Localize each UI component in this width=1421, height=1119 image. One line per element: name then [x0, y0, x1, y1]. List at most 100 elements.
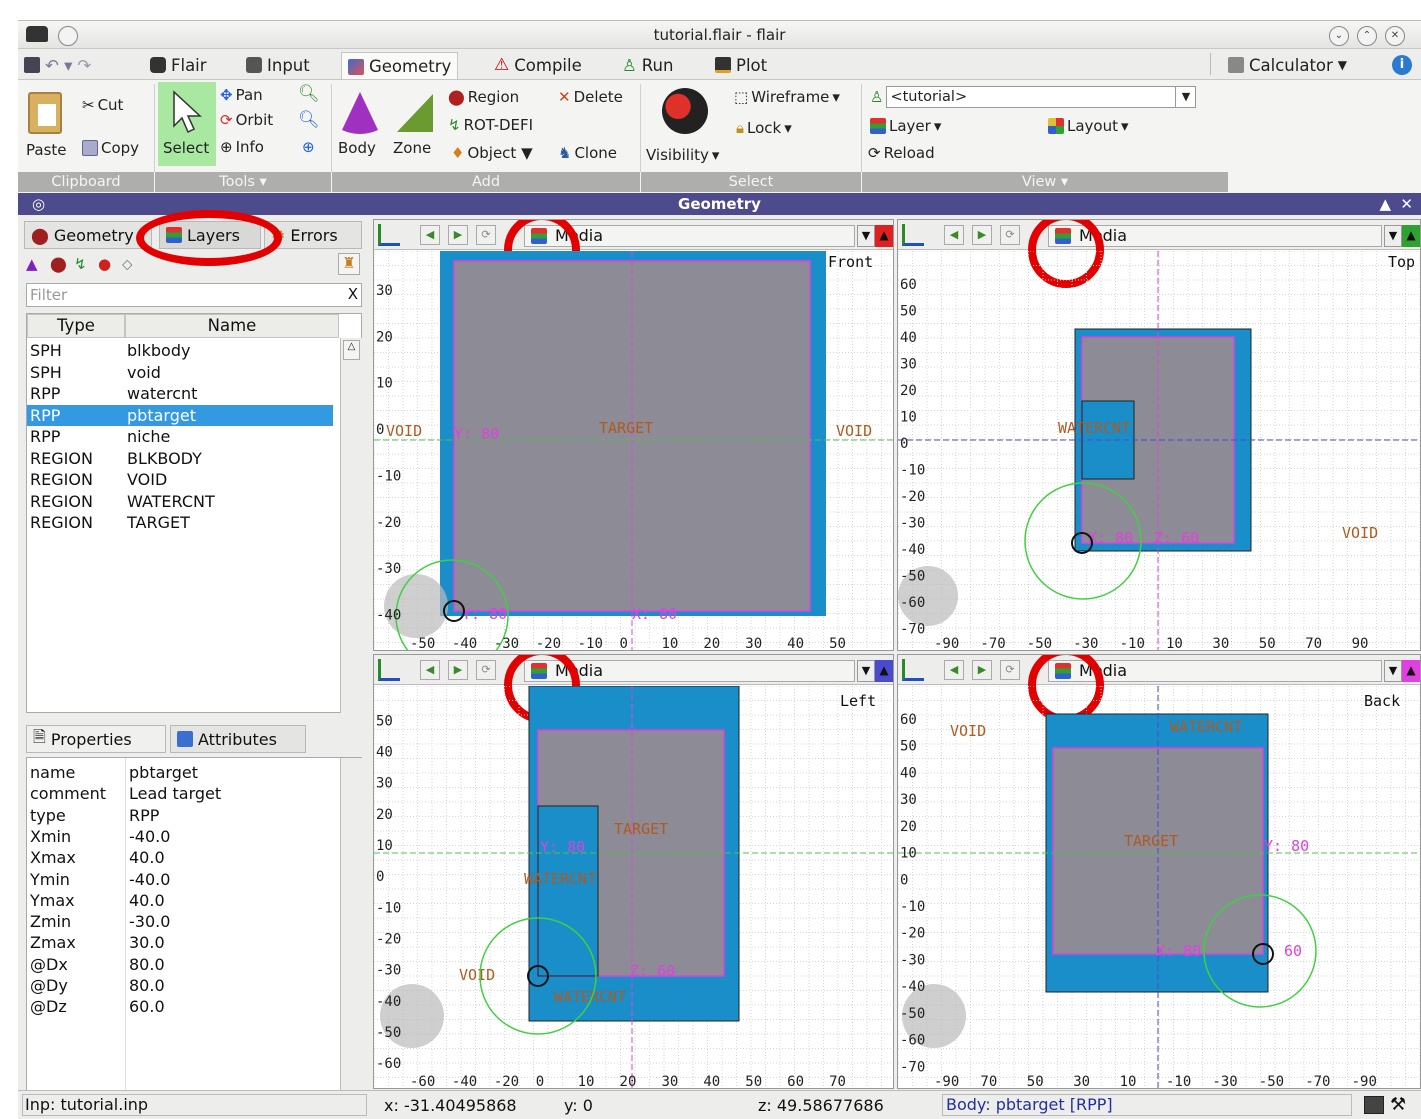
project-select[interactable]: ♙ <tutorial> ▼: [870, 86, 1197, 108]
zone-icon[interactable]: [395, 92, 435, 138]
panel-close-icon[interactable]: ✕: [1400, 193, 1413, 215]
axes-icon[interactable]: [902, 224, 924, 246]
property-value[interactable]: pbtarget: [129, 762, 198, 783]
filter-input[interactable]: Filter X: [26, 283, 362, 307]
zoom-out-icon[interactable]: 🔍︎: [298, 110, 320, 130]
chevron-down-icon[interactable]: ▼: [1384, 225, 1402, 247]
screenshot-icon[interactable]: [1364, 1096, 1384, 1114]
paste-button[interactable]: Paste: [26, 141, 67, 159]
copy-button[interactable]: Copy: [82, 139, 139, 157]
list-item[interactable]: RPP watercnt: [27, 383, 333, 404]
forward-arrow-icon[interactable]: ▶: [448, 660, 468, 680]
property-value[interactable]: 40.0: [129, 847, 165, 868]
body-filter-icon[interactable]: ▲: [26, 255, 38, 273]
property-row[interactable]: Xmax 40.0: [27, 847, 337, 868]
redo-icon[interactable]: ↷: [77, 56, 91, 75]
menu-geometry[interactable]: Geometry: [341, 52, 459, 80]
property-row[interactable]: Zmin -30.0: [27, 911, 337, 932]
property-value[interactable]: 40.0: [129, 890, 165, 911]
orientation-gizmo[interactable]: [384, 574, 448, 638]
zoom-in-icon[interactable]: 🔍︎: [298, 84, 320, 104]
menu-plot[interactable]: Plot: [715, 53, 767, 77]
property-value[interactable]: Lead target: [129, 783, 221, 804]
property-row[interactable]: @Dy 80.0: [27, 975, 337, 996]
close-icon[interactable]: ✕: [1385, 26, 1405, 46]
refresh-icon[interactable]: ⟳: [476, 660, 496, 680]
chevron-down-icon[interactable]: ▼: [857, 660, 875, 682]
tools-icon[interactable]: ⚒: [1390, 1094, 1406, 1115]
minimize-icon[interactable]: ⌄: [1329, 26, 1349, 46]
list-item[interactable]: REGION BLKBODY: [27, 448, 333, 469]
layer-button[interactable]: Layer ▾: [870, 117, 941, 135]
back-arrow-icon[interactable]: ◀: [420, 660, 440, 680]
menu-flair[interactable]: Flair: [150, 53, 207, 77]
tab-geometry[interactable]: ⬤ Geometry: [24, 221, 152, 249]
list-item[interactable]: RPP pbtarget: [27, 404, 333, 426]
tab-attributes[interactable]: Attributes: [170, 725, 306, 753]
object-list[interactable]: Type Name △ SPH blkbody SPH void RPP watercnt…: [26, 313, 362, 713]
property-value[interactable]: 80.0: [129, 975, 165, 996]
property-value[interactable]: -40.0: [129, 869, 170, 890]
property-value[interactable]: -40.0: [129, 826, 170, 847]
list-item[interactable]: SPH blkbody: [27, 340, 333, 361]
refresh-icon[interactable]: ⟳: [1000, 660, 1020, 680]
layout-button[interactable]: Layout ▾: [1048, 117, 1129, 135]
property-value[interactable]: 60.0: [129, 996, 165, 1017]
material-filter-icon[interactable]: ●: [98, 255, 111, 273]
orbit-button[interactable]: ⟳ Orbit: [220, 111, 273, 129]
property-value[interactable]: RPP: [129, 805, 159, 826]
help-icon[interactable]: i: [1392, 55, 1412, 75]
chevron-down-icon[interactable]: ▼: [1384, 660, 1402, 682]
filter-clear-icon[interactable]: X: [348, 285, 358, 303]
visibility-icon[interactable]: [662, 88, 708, 134]
property-row[interactable]: @Dx 80.0: [27, 954, 337, 975]
property-row[interactable]: Ymax 40.0: [27, 890, 337, 911]
zone-button[interactable]: Zone: [393, 139, 431, 157]
paste-icon[interactable]: [28, 92, 62, 134]
column-header-name[interactable]: Name: [125, 314, 339, 338]
forward-arrow-icon[interactable]: ▶: [972, 660, 992, 680]
panel-maximize-icon[interactable]: ▲: [1379, 193, 1391, 215]
cut-button[interactable]: ✂ Cut: [82, 96, 123, 114]
properties-table[interactable]: name pbtarget comment Lead target type RPP Xmi…: [26, 757, 362, 1091]
viewport-color-tag[interactable]: ▲: [875, 225, 893, 247]
chevron-down-icon[interactable]: ▼: [857, 225, 875, 247]
property-row[interactable]: Xmin -40.0: [27, 826, 337, 847]
undo-icon[interactable]: ↶ ▾: [45, 56, 72, 75]
refresh-icon[interactable]: ⟳: [1000, 225, 1020, 245]
rotdefi-button[interactable]: ↯ ROT-DEFI: [448, 116, 533, 134]
object-button[interactable]: ♦ Object ▼: [451, 144, 533, 162]
property-row[interactable]: name pbtarget: [27, 762, 337, 783]
refresh-icon[interactable]: ⟳: [476, 225, 496, 245]
info-button[interactable]: ⊕ Info: [220, 138, 264, 156]
viewport-top[interactable]: ◀ ▶ ⟳ Media ▼ ▲ WATERCNT VOID X: 80 Z: 60 Top 60 50 4…: [897, 219, 1421, 651]
list-item[interactable]: REGION TARGET: [27, 512, 333, 533]
watercnt-shape[interactable]: [537, 805, 599, 977]
property-row[interactable]: comment Lead target: [27, 783, 337, 804]
chevron-down-icon[interactable]: ▼: [1338, 58, 1347, 72]
reload-button[interactable]: ⟳ Reload: [868, 144, 935, 162]
viewport-color-tag[interactable]: ▲: [875, 660, 893, 682]
property-value[interactable]: 30.0: [129, 932, 165, 953]
property-value[interactable]: 80.0: [129, 954, 165, 975]
chevron-down-icon[interactable]: ▼: [1175, 87, 1195, 107]
body-cone-icon[interactable]: [340, 90, 380, 138]
forward-arrow-icon[interactable]: ▶: [448, 225, 468, 245]
lock-button[interactable]: 🔒︎ Lock ▾: [736, 119, 792, 137]
property-value[interactable]: -30.0: [129, 911, 170, 932]
menu-run[interactable]: ♙ Run: [622, 53, 673, 77]
back-arrow-icon[interactable]: ◀: [420, 225, 440, 245]
property-row[interactable]: Ymin -40.0: [27, 869, 337, 890]
list-scrollbar[interactable]: △: [340, 338, 362, 713]
properties-scrollbar[interactable]: [340, 758, 362, 1090]
axes-icon[interactable]: [902, 659, 924, 681]
clone-button[interactable]: ♞ Clone: [558, 144, 617, 162]
wireframe-button[interactable]: ⬚ Wireframe ▾: [734, 88, 840, 106]
clear-filter-icon[interactable]: ♜: [338, 253, 360, 275]
axes-icon[interactable]: [378, 224, 400, 246]
visibility-button[interactable]: Visibility ▾: [646, 146, 719, 164]
property-row[interactable]: @Dz 60.0: [27, 996, 337, 1017]
save-icon[interactable]: [24, 57, 40, 73]
maximize-icon[interactable]: ⌃: [1357, 26, 1377, 46]
list-item[interactable]: REGION VOID: [27, 469, 333, 490]
